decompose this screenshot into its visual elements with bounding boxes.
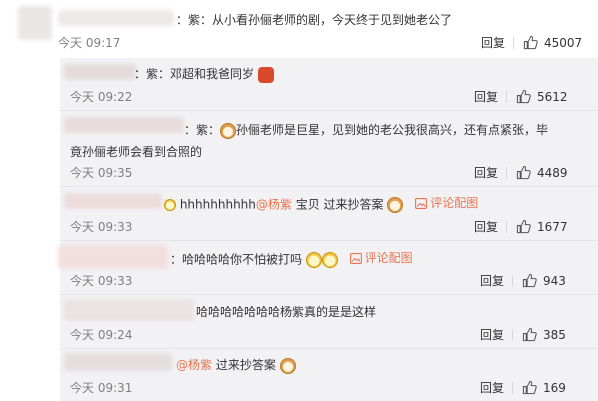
reply-2-like-button[interactable]: 4489 [516, 165, 568, 180]
main-like-count: 45007 [544, 35, 583, 50]
image-icon [415, 197, 428, 209]
comment-image-link[interactable]: 评论配图 [415, 195, 478, 211]
main-comment-time: 今天 09:17 [58, 36, 121, 50]
thumbs-up-icon [522, 273, 537, 288]
reply-5-reply-button[interactable]: 回复 [480, 328, 504, 342]
red-envelope-icon [257, 66, 274, 83]
like-count: 385 [543, 327, 566, 342]
separator [506, 91, 507, 103]
reply-6-like-button[interactable]: 169 [522, 380, 566, 395]
username-blurred[interactable] [58, 10, 174, 26]
reply-2-time: 今天 09:35 [70, 166, 133, 180]
separator [512, 329, 513, 341]
separator [506, 167, 507, 179]
separator [506, 221, 507, 233]
separator [513, 37, 514, 49]
reply-6-reply-button[interactable]: 回复 [480, 381, 504, 395]
like-count: 4489 [537, 165, 568, 180]
reply-6-time: 今天 09:31 [70, 381, 133, 395]
reply-5-like-button[interactable]: 385 [522, 327, 566, 342]
like-count: 5612 [537, 89, 568, 104]
avatar-blurred[interactable] [18, 6, 52, 40]
reply-4-text: ：哈哈哈哈你不怕被打吗 评论配图 [170, 250, 413, 268]
username-blurred[interactable] [64, 193, 162, 209]
username-blurred[interactable] [64, 64, 136, 80]
reply-1-text: ：紫：邓超和我爸同岁 [134, 66, 274, 83]
thumbs-up-icon [523, 35, 538, 50]
like-count: 943 [543, 273, 566, 288]
thumbs-up-icon [516, 219, 531, 234]
divider [60, 110, 598, 111]
like-count: 169 [543, 380, 566, 395]
image-icon [349, 252, 362, 264]
mention-link[interactable]: @杨紫 [256, 198, 292, 212]
reply-2-text: ：紫： 孙俪老师是巨星，见到她的老公我很高兴，还有点紧张，毕竟孙俪老师会看到合照的 [70, 122, 549, 159]
thumbs-up-icon [516, 165, 531, 180]
cat-face-icon [387, 197, 404, 213]
comment-image-link[interactable]: 评论配图 [349, 250, 413, 266]
doge-icon [164, 199, 176, 211]
divider [60, 240, 598, 241]
main-comment-text: ：紫：从小看孙俪老师的剧，今天终于见到她老公了 [176, 13, 453, 27]
divider [60, 294, 598, 295]
reply-2-reply-button[interactable]: 回复 [474, 166, 498, 180]
reply-3-text: hhhhhhhhhh@杨紫 宝贝 过来抄答案 评论配图 [164, 195, 478, 213]
reply-5-text: 哈哈哈哈哈哈哈杨紫真的是是这样 [196, 305, 377, 319]
reply-4-time: 今天 09:33 [70, 274, 133, 288]
thumbs-up-icon [522, 327, 537, 342]
divider [60, 186, 598, 187]
separator [512, 382, 513, 394]
reply-5-time: 今天 09:24 [70, 328, 133, 342]
reply-3-time: 今天 09:33 [70, 220, 133, 234]
thumbs-up-icon [516, 89, 531, 104]
username-blurred[interactable] [58, 245, 168, 269]
mention-link[interactable]: @杨紫 [176, 358, 212, 372]
reply-1-time: 今天 09:22 [70, 90, 133, 104]
comment-thread: ：紫：从小看孙俪老师的剧，今天终于见到她老公了 今天 09:17 回复 4500… [0, 0, 598, 401]
reply-6-text: @杨紫 过来抄答案 [176, 357, 296, 374]
doge-icon [305, 252, 322, 268]
reply-1-like-button[interactable]: 5612 [516, 89, 568, 104]
divider [60, 348, 598, 349]
reply-3-like-button[interactable]: 1677 [516, 219, 568, 234]
reply-1-reply-button[interactable]: 回复 [474, 90, 498, 104]
cat-face-icon [220, 122, 237, 139]
reply-3-reply-button[interactable]: 回复 [474, 220, 498, 234]
cat-face-icon [279, 357, 296, 374]
thumbs-up-icon [522, 380, 537, 395]
main-reply-button[interactable]: 回复 [481, 36, 505, 50]
separator [512, 275, 513, 287]
like-count: 1677 [537, 219, 568, 234]
main-like-button[interactable]: 45007 [523, 35, 582, 50]
reply-4-like-button[interactable]: 943 [522, 273, 566, 288]
username-blurred[interactable] [64, 353, 172, 371]
username-blurred[interactable] [64, 299, 194, 321]
reply-4-reply-button[interactable]: 回复 [480, 274, 504, 288]
doge-icon [321, 252, 338, 268]
